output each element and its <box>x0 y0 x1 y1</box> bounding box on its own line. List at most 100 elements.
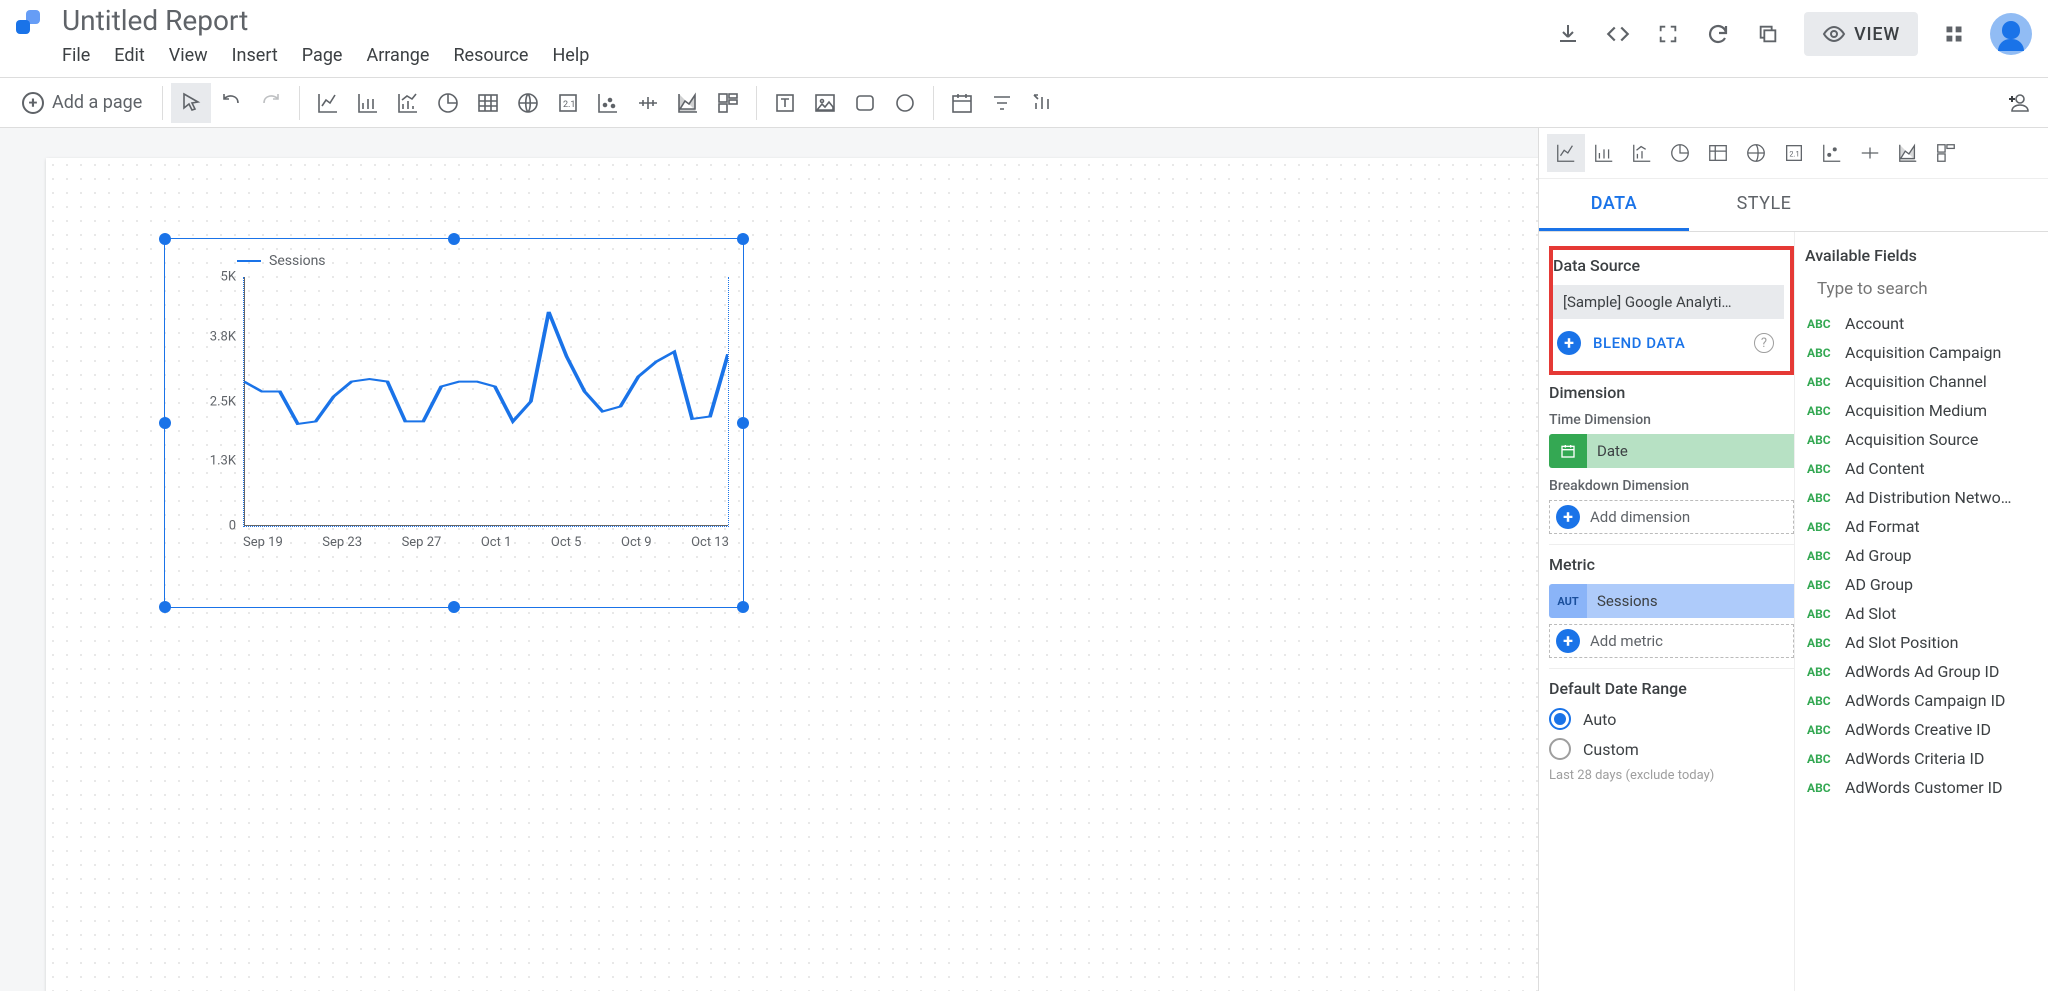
area-chart-icon[interactable] <box>668 83 708 123</box>
bar-chart-icon[interactable] <box>348 83 388 123</box>
menu-file[interactable]: File <box>62 45 90 66</box>
field-row[interactable]: ABCAd Group <box>1805 541 2038 570</box>
image-tool-icon[interactable] <box>805 83 845 123</box>
resize-handle[interactable] <box>159 233 171 245</box>
field-row[interactable]: ABCAcquisition Campaign <box>1805 338 2038 367</box>
ct-bullet-icon[interactable] <box>1851 134 1889 172</box>
combo-chart-icon[interactable] <box>388 83 428 123</box>
blend-data-button[interactable]: + BLEND DATA ? <box>1553 325 1784 361</box>
menu-view[interactable]: View <box>169 45 208 66</box>
field-row[interactable]: ABCAcquisition Source <box>1805 425 2038 454</box>
field-label: AdWords Creative ID <box>1845 720 1991 739</box>
field-search[interactable] <box>1805 275 2038 309</box>
add-page-button[interactable]: + Add a page <box>10 92 154 114</box>
properties-panel: 2.1 DATA STYLE Data Source [Sample] Goog… <box>1538 128 2048 991</box>
report-canvas[interactable]: Sessions 01.3K2.5K3.8K5K Sep 19Sep 23Sep… <box>46 158 1538 991</box>
menu-edit[interactable]: Edit <box>114 45 144 66</box>
menu-help[interactable]: Help <box>552 45 589 66</box>
ct-pie-icon[interactable] <box>1661 134 1699 172</box>
resize-handle[interactable] <box>448 233 460 245</box>
add-people-icon[interactable] <box>1998 83 2038 123</box>
selected-chart[interactable]: Sessions 01.3K2.5K3.8K5K Sep 19Sep 23Sep… <box>164 238 744 608</box>
ct-pivot-icon[interactable] <box>1927 134 1965 172</box>
field-row[interactable]: ABCAd Slot <box>1805 599 2038 628</box>
redo-button[interactable] <box>251 83 291 123</box>
pivot-table-icon[interactable] <box>708 83 748 123</box>
refresh-icon[interactable] <box>1704 20 1732 48</box>
ct-table-icon[interactable] <box>1699 134 1737 172</box>
filter-icon[interactable] <box>982 83 1022 123</box>
undo-button[interactable] <box>211 83 251 123</box>
add-metric-button[interactable]: + Add metric <box>1549 624 1794 658</box>
ct-combo-icon[interactable] <box>1623 134 1661 172</box>
ddr-custom-radio[interactable]: Custom <box>1549 738 1794 760</box>
ct-area-icon[interactable] <box>1889 134 1927 172</box>
ct-geo-icon[interactable] <box>1737 134 1775 172</box>
menu-page[interactable]: Page <box>302 45 343 66</box>
add-dimension-button[interactable]: + Add dimension <box>1549 500 1794 534</box>
add-page-label: Add a page <box>52 92 142 113</box>
data-source-pill[interactable]: [Sample] Google Analyti… <box>1553 285 1784 319</box>
pie-chart-icon[interactable] <box>428 83 468 123</box>
bullet-chart-icon[interactable] <box>628 83 668 123</box>
table-chart-icon[interactable] <box>468 83 508 123</box>
rectangle-tool-icon[interactable] <box>845 83 885 123</box>
field-row[interactable]: ABCAd Distribution Netwo… <box>1805 483 2038 512</box>
geo-chart-icon[interactable] <box>508 83 548 123</box>
resize-handle[interactable] <box>737 601 749 613</box>
report-title[interactable]: Untitled Report <box>62 4 589 37</box>
ct-scorecard-icon[interactable]: 2.1 <box>1775 134 1813 172</box>
menu-arrange[interactable]: Arrange <box>366 45 429 66</box>
menu-insert[interactable]: Insert <box>232 45 278 66</box>
field-row[interactable]: ABCAcquisition Medium <box>1805 396 2038 425</box>
ct-scatter-icon[interactable] <box>1813 134 1851 172</box>
field-row[interactable]: ABCAdWords Ad Group ID <box>1805 657 2038 686</box>
help-icon[interactable]: ? <box>1754 333 1774 353</box>
search-input[interactable] <box>1817 279 2039 299</box>
user-avatar[interactable] <box>1990 13 2032 55</box>
x-tick: Sep 19 <box>243 535 283 550</box>
scatter-chart-icon[interactable] <box>588 83 628 123</box>
x-tick: Oct 9 <box>621 535 652 550</box>
ct-bar-icon[interactable] <box>1585 134 1623 172</box>
ddr-auto-radio[interactable]: Auto <box>1549 708 1794 730</box>
line-chart-icon[interactable] <box>308 83 348 123</box>
field-row[interactable]: ABCAcquisition Channel <box>1805 367 2038 396</box>
field-row[interactable]: ABCAccount <box>1805 309 2038 338</box>
resize-handle[interactable] <box>737 233 749 245</box>
scorecard-icon[interactable]: 2.1 <box>548 83 588 123</box>
config-column: Data Source [Sample] Google Analyti… + B… <box>1539 232 1794 991</box>
download-icon[interactable] <box>1554 20 1582 48</box>
field-row[interactable]: ABCAdWords Customer ID <box>1805 773 2038 802</box>
resize-handle[interactable] <box>159 417 171 429</box>
field-row[interactable]: ABCAd Format <box>1805 512 2038 541</box>
copy-icon[interactable] <box>1754 20 1782 48</box>
tab-data[interactable]: DATA <box>1539 179 1689 231</box>
field-row[interactable]: ABCAD Group <box>1805 570 2038 599</box>
time-dimension-chip[interactable]: Date <box>1549 434 1794 468</box>
resize-handle[interactable] <box>159 601 171 613</box>
embed-icon[interactable] <box>1604 20 1632 48</box>
data-control-icon[interactable] <box>1022 83 1062 123</box>
field-row[interactable]: ABCAdWords Campaign ID <box>1805 686 2038 715</box>
resize-handle[interactable] <box>737 417 749 429</box>
text-tool-icon[interactable] <box>765 83 805 123</box>
canvas-area[interactable]: Sessions 01.3K2.5K3.8K5K Sep 19Sep 23Sep… <box>0 128 1538 991</box>
field-label: Account <box>1845 314 1904 333</box>
fullscreen-icon[interactable] <box>1654 20 1682 48</box>
metric-chip[interactable]: AUT Sessions <box>1549 584 1794 618</box>
field-row[interactable]: ABCAd Content <box>1805 454 2038 483</box>
apps-icon[interactable] <box>1940 20 1968 48</box>
field-row[interactable]: ABCAd Slot Position <box>1805 628 2038 657</box>
menu-resource[interactable]: Resource <box>453 45 528 66</box>
select-tool[interactable] <box>171 83 211 123</box>
tab-style[interactable]: STYLE <box>1689 179 1839 231</box>
field-row[interactable]: ABCAdWords Criteria ID <box>1805 744 2038 773</box>
date-range-icon[interactable] <box>942 83 982 123</box>
circle-tool-icon[interactable] <box>885 83 925 123</box>
resize-handle[interactable] <box>448 601 460 613</box>
view-button[interactable]: VIEW <box>1804 12 1918 56</box>
calendar-icon <box>1549 434 1587 468</box>
field-row[interactable]: ABCAdWords Creative ID <box>1805 715 2038 744</box>
ct-line-icon[interactable] <box>1547 134 1585 172</box>
